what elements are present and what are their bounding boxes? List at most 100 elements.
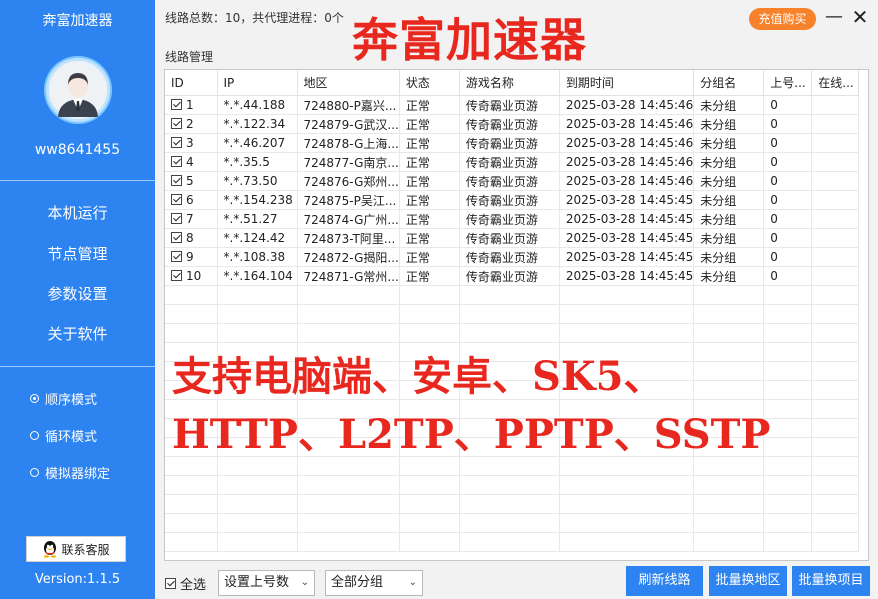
empty-cell bbox=[693, 513, 765, 533]
table-row[interactable]: 9 *.*.108.38 724872-G揭阳... 正常 传奇霸业页游 2025-03-… bbox=[165, 247, 860, 267]
table-cell: 724879-G武汉... bbox=[297, 114, 400, 134]
table-cell: 724875-P吴江... bbox=[297, 190, 400, 210]
column-header[interactable]: 到期时间 bbox=[559, 70, 695, 96]
table-cell: 2025-03-28 14:45:45 bbox=[559, 247, 695, 267]
select-all-checkbox[interactable]: 全选 bbox=[165, 574, 206, 593]
table-cell: 未分组 bbox=[693, 228, 765, 248]
sidebar-divider bbox=[0, 180, 155, 181]
table-header-row: ID IP 地区 状态 游戏名称 到期时间 分组名 上号... 在线... bbox=[165, 70, 860, 96]
table-cell: 未分组 bbox=[693, 114, 765, 134]
nav-item-parameter-settings[interactable]: 参数设置 bbox=[0, 283, 155, 304]
empty-cell bbox=[811, 380, 860, 400]
empty-cell bbox=[763, 342, 813, 362]
empty-cell bbox=[811, 361, 860, 381]
group-filter-dropdown[interactable]: 全部分组 ⌄ bbox=[325, 570, 423, 596]
empty-cell bbox=[217, 304, 298, 324]
nav-item-about-software[interactable]: 关于软件 bbox=[0, 323, 155, 344]
table-row[interactable]: 2 *.*.122.34 724879-G武汉... 正常 传奇霸业页游 2025-03-… bbox=[165, 114, 860, 134]
row-checkbox[interactable] bbox=[171, 175, 182, 186]
empty-cell bbox=[165, 304, 218, 324]
table-cell: 传奇霸业页游 bbox=[459, 152, 560, 172]
account-count-dropdown[interactable]: 设置上号数 ⌄ bbox=[218, 570, 315, 596]
empty-cell bbox=[693, 285, 765, 305]
empty-cell bbox=[763, 418, 813, 438]
minimize-icon[interactable]: — bbox=[823, 6, 845, 28]
empty-cell bbox=[559, 475, 695, 495]
table-row[interactable]: 4 *.*.35.5 724877-G南京... 正常 传奇霸业页游 2025-03-28… bbox=[165, 152, 860, 172]
table-cell: *.*.35.5 bbox=[217, 152, 298, 172]
refresh-lines-button[interactable]: 刷新线路 bbox=[626, 566, 703, 596]
row-checkbox[interactable] bbox=[171, 156, 182, 167]
nav-item-local-run[interactable]: 本机运行 bbox=[0, 202, 155, 223]
contact-support-button[interactable]: 联系客服 bbox=[26, 536, 126, 562]
sidebar-divider bbox=[0, 366, 155, 367]
table-cell: 正常 bbox=[399, 190, 460, 210]
table-cell: 2025-03-28 14:45:46 bbox=[559, 171, 695, 191]
row-id: 7 bbox=[186, 212, 194, 226]
row-checkbox[interactable] bbox=[171, 213, 182, 224]
table-cell: 正常 bbox=[399, 95, 460, 115]
table-cell: 8 bbox=[165, 228, 218, 248]
row-checkbox[interactable] bbox=[171, 270, 182, 281]
table-cell: 传奇霸业页游 bbox=[459, 95, 560, 115]
row-checkbox[interactable] bbox=[171, 194, 182, 205]
table-cell: 正常 bbox=[399, 209, 460, 229]
table-cell: 724876-G郑州... bbox=[297, 171, 400, 191]
table-cell: 传奇霸业页游 bbox=[459, 266, 560, 286]
column-header[interactable]: 在线... bbox=[811, 70, 860, 96]
table-cell: 正常 bbox=[399, 266, 460, 286]
table-cell bbox=[811, 133, 860, 153]
empty-cell bbox=[763, 513, 813, 533]
table-cell: 3 bbox=[165, 133, 218, 153]
radio-icon bbox=[30, 431, 39, 440]
column-header[interactable]: 地区 bbox=[297, 70, 400, 96]
row-checkbox[interactable] bbox=[171, 137, 182, 148]
empty-cell bbox=[165, 494, 218, 514]
empty-cell bbox=[399, 285, 460, 305]
batch-change-region-button[interactable]: 批量换地区 bbox=[709, 566, 787, 596]
table-row[interactable]: 6 *.*.154.238 724875-P吴江... 正常 传奇霸业页游 2025-03… bbox=[165, 190, 860, 210]
empty-row bbox=[165, 323, 860, 343]
mode-label: 循环模式 bbox=[45, 430, 98, 445]
row-checkbox[interactable] bbox=[171, 251, 182, 262]
table-cell: 724878-G上海... bbox=[297, 133, 400, 153]
avatar[interactable] bbox=[46, 58, 110, 122]
table-cell: 未分组 bbox=[693, 95, 765, 115]
row-checkbox[interactable] bbox=[171, 118, 182, 129]
close-icon[interactable]: ✕ bbox=[849, 6, 871, 28]
column-header[interactable]: IP bbox=[217, 70, 298, 96]
username: ww8641455 bbox=[34, 142, 121, 158]
batch-change-project-button[interactable]: 批量换项目 bbox=[792, 566, 870, 596]
row-id: 6 bbox=[186, 193, 194, 207]
table-row[interactable]: 1 *.*.44.188 724880-P嘉兴... 正常 传奇霸业页游 2025-03-… bbox=[165, 95, 860, 115]
table-row[interactable]: 5 *.*.73.50 724876-G郑州... 正常 传奇霸业页游 2025-03-2… bbox=[165, 171, 860, 191]
table-cell: 0 bbox=[763, 171, 813, 191]
column-header[interactable]: 状态 bbox=[399, 70, 460, 96]
mode-sequential-radio[interactable]: 顺序模式 bbox=[30, 389, 97, 408]
nav-item-node-management[interactable]: 节点管理 bbox=[0, 243, 155, 264]
table-cell: *.*.124.42 bbox=[217, 228, 298, 248]
column-header[interactable]: 游戏名称 bbox=[459, 70, 560, 96]
table-row[interactable]: 3 *.*.46.207 724878-G上海... 正常 传奇霸业页游 2025-03-… bbox=[165, 133, 860, 153]
column-header[interactable]: ID bbox=[165, 70, 218, 96]
table-cell: 正常 bbox=[399, 171, 460, 191]
empty-cell bbox=[811, 399, 860, 419]
empty-row bbox=[165, 494, 860, 514]
empty-cell bbox=[217, 494, 298, 514]
column-header[interactable]: 分组名 bbox=[693, 70, 765, 96]
table-row[interactable]: 7 *.*.51.27 724874-G广州... 正常 传奇霸业页游 2025-03-2… bbox=[165, 209, 860, 229]
row-checkbox[interactable] bbox=[171, 232, 182, 243]
row-checkbox[interactable] bbox=[171, 99, 182, 110]
table-cell: 未分组 bbox=[693, 266, 765, 286]
mode-loop-radio[interactable]: 循环模式 bbox=[30, 426, 97, 445]
empty-cell bbox=[811, 418, 860, 438]
recharge-button[interactable]: 充值购买 bbox=[749, 8, 816, 30]
table-cell: *.*.122.34 bbox=[217, 114, 298, 134]
table-cell: 2025-03-28 14:45:45 bbox=[559, 209, 695, 229]
mode-emulator-bind-radio[interactable]: 模拟器绑定 bbox=[30, 463, 110, 482]
column-header[interactable]: 上号... bbox=[763, 70, 813, 96]
table-cell: 0 bbox=[763, 190, 813, 210]
table-row[interactable]: 10 *.*.164.104 724871-G常州... 正常 传奇霸业页游 2025-0… bbox=[165, 266, 860, 286]
empty-cell bbox=[399, 304, 460, 324]
table-row[interactable]: 8 *.*.124.42 724873-T阿里... 正常 传奇霸业页游 2025-03-… bbox=[165, 228, 860, 248]
